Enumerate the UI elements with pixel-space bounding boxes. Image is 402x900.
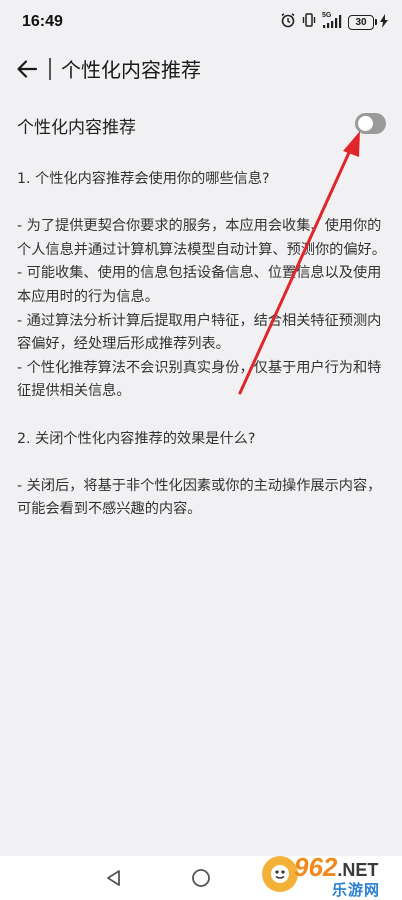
signal-icon: 5G: [322, 12, 342, 30]
status-bar: 16:49 5G 30: [0, 0, 402, 44]
arrow-left-icon: [17, 60, 38, 78]
status-time: 16:49: [22, 13, 63, 30]
watermark-site-name: 乐游网: [332, 881, 381, 899]
site-watermark: 962.NET 乐游网: [262, 850, 398, 899]
header-divider: [49, 58, 51, 80]
personalized-recommendation-toggle[interactable]: [355, 113, 386, 134]
watermark-number: 962: [294, 852, 338, 882]
app-header: 个性化内容推荐: [0, 44, 402, 94]
nav-home-icon[interactable]: [191, 868, 211, 892]
nav-back-icon[interactable]: [104, 868, 124, 892]
status-icons: 5G 30: [280, 12, 388, 32]
alarm-icon: [280, 12, 296, 32]
question-1: 1. 个性化内容推荐会使用你的哪些信息?: [17, 171, 270, 187]
battery-indicator: 30: [348, 14, 377, 30]
q2-item: - 关闭后，将基于非个性化因素或你的主动操作展示内容，可能会看到不感兴趣的内容。: [17, 477, 382, 518]
q1-item: - 通过算法分析计算后提取用户特征，结合相关特征预测内容偏好，经处理后形成推荐列…: [17, 312, 382, 353]
q1-item: - 个性化推荐算法不会识别真实身份，仅基于用户行为和特征提供相关信息。: [17, 359, 382, 400]
q1-item: - 可能收集、使用的信息包括设备信息、位置信息以及使用本应用时的行为信息。: [17, 265, 382, 305]
q1-item: - 为了提供更契合你要求的服务，本应用会收集、使用你的个人信息并通过计算机算法模…: [17, 218, 386, 258]
setting-label: 个性化内容推荐: [17, 118, 136, 138]
watermark-badge-icon: [262, 856, 298, 892]
info-content: 1. 个性化内容推荐会使用你的哪些信息? - 为了提供更契合你要求的服务，本应用…: [17, 168, 389, 522]
question-2: 2. 关闭个性化内容推荐的效果是什么?: [17, 430, 256, 447]
vibrate-icon: [302, 12, 316, 32]
personalized-recommendation-row: 个性化内容推荐: [0, 104, 402, 148]
watermark-suffix: .NET: [337, 860, 379, 880]
page-title: 个性化内容推荐: [61, 58, 201, 82]
back-button[interactable]: [10, 52, 44, 86]
toggle-knob: [358, 116, 373, 131]
charging-icon: [380, 13, 388, 32]
